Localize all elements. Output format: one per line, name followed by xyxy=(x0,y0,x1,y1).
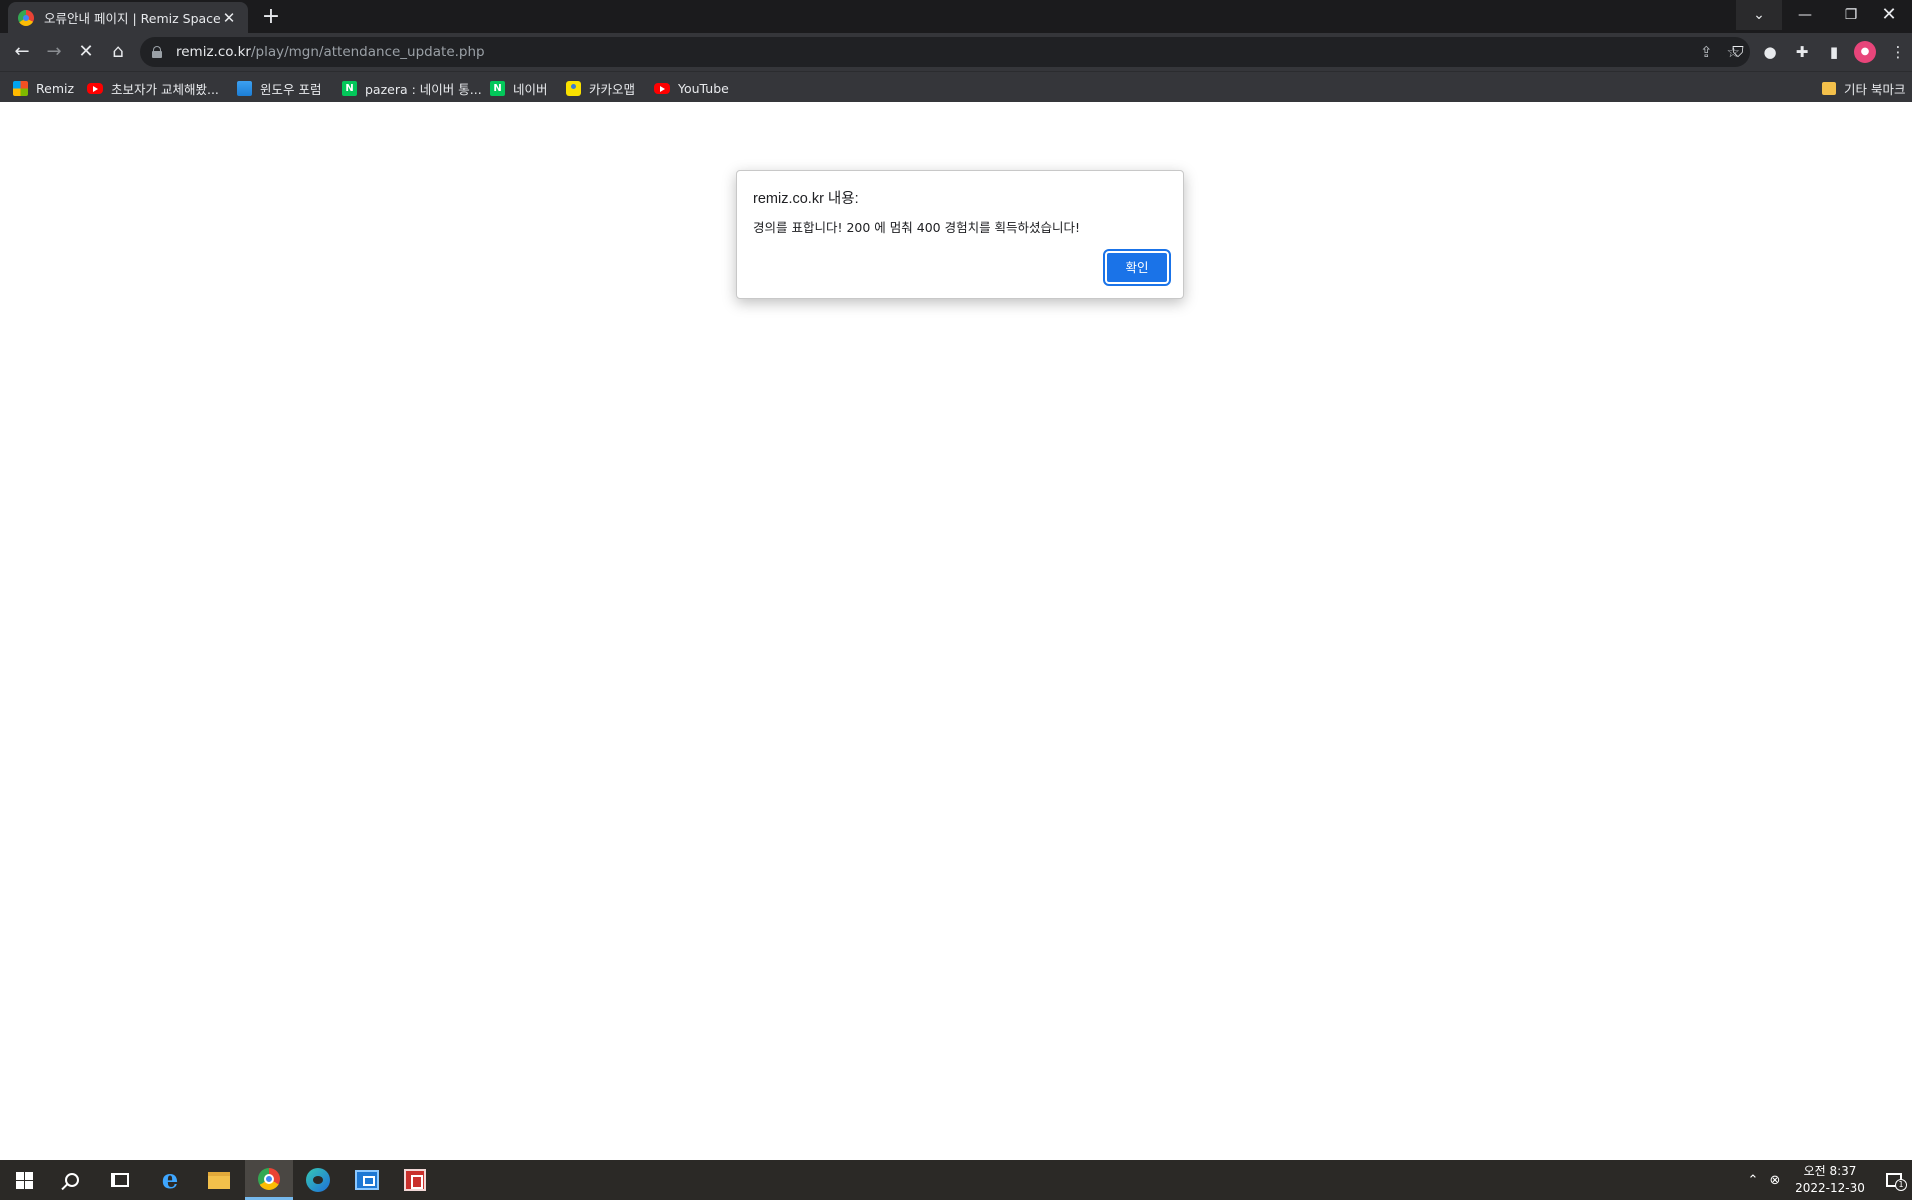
page-content: remiz.co.kr 내용: 경의를 표합니다! 200 에 멈춰 400 경… xyxy=(0,102,1912,1160)
bookmark-remiz[interactable]: Remiz xyxy=(13,78,74,98)
taskbar-app[interactable] xyxy=(391,1160,439,1200)
bookmark-windows-forum[interactable]: 윈도우 포럼 xyxy=(237,78,321,98)
start-button[interactable] xyxy=(0,1160,48,1200)
microsoft-logo-icon xyxy=(13,80,28,96)
alert-dialog: remiz.co.kr 내용: 경의를 표합니다! 200 에 멈춰 400 경… xyxy=(736,170,1184,299)
youtube-icon xyxy=(87,82,103,94)
file-explorer-icon xyxy=(208,1171,230,1189)
shield-extension-icon[interactable]: ⛉ xyxy=(1724,38,1752,66)
bookmark-label: YouTube xyxy=(678,80,729,96)
bookmark-pazera-naver[interactable]: N pazera : 네이버 통... xyxy=(342,78,482,98)
window-minimize-button[interactable]: — xyxy=(1782,0,1828,30)
task-view-icon xyxy=(111,1173,129,1187)
url-host: remiz.co.kr xyxy=(176,44,251,60)
browser-chrome: 오류안내 페이지 | Remiz Space ✕ + ⌄ — ❐ ✕ ← → ✕… xyxy=(0,0,1912,102)
chrome-menu-icon[interactable]: ⋮ xyxy=(1884,38,1912,66)
bookmark-label: 카카오맵 xyxy=(589,81,636,97)
owl-extension-icon[interactable]: ● xyxy=(1756,38,1784,66)
windows-taskbar: e ⌃ ⊗ 오전 8:37 2022-12-30 1 xyxy=(0,1160,1912,1200)
tab-close-icon[interactable]: ✕ xyxy=(220,9,238,27)
taskbar-edge[interactable] xyxy=(294,1160,342,1200)
windows-forum-icon xyxy=(237,80,252,96)
taskbar-clock[interactable]: 오전 8:37 2022-12-30 xyxy=(1784,1163,1876,1197)
chrome-icon xyxy=(258,1167,280,1190)
profile-avatar[interactable]: ● xyxy=(1854,41,1876,63)
address-bar[interactable]: remiz.co.kr/play/mgn/attendance_update.p… xyxy=(140,37,1750,67)
browser-toolbar: ← → ✕ ⌂ remiz.co.kr/play/mgn/attendance_… xyxy=(0,33,1912,71)
bookmark-label: 윈도우 포럼 xyxy=(260,81,322,97)
taskbar-internet-explorer[interactable]: e xyxy=(146,1160,194,1200)
bookmark-label: 초보자가 교체해봤... xyxy=(111,81,219,97)
bookmark-label: pazera : 네이버 통... xyxy=(365,81,482,97)
extensions-puzzle-icon[interactable]: ✚ xyxy=(1788,38,1816,66)
action-center-button[interactable]: 1 xyxy=(1876,1160,1912,1200)
tab-favicon-icon xyxy=(18,9,34,26)
bookmark-naver[interactable]: N 네이버 xyxy=(490,78,548,98)
dialog-title: remiz.co.kr 내용: xyxy=(753,191,859,207)
youtube-icon xyxy=(654,82,670,94)
browser-tab-active[interactable]: 오류안내 페이지 | Remiz Space ✕ xyxy=(8,2,248,33)
new-tab-button[interactable]: + xyxy=(258,4,284,30)
lock-icon[interactable] xyxy=(152,46,162,58)
taskbar-file-explorer[interactable] xyxy=(195,1160,243,1200)
clock-date: 2022-12-30 xyxy=(1795,1181,1865,1195)
home-icon[interactable]: ⌂ xyxy=(104,38,132,66)
kakaomap-icon xyxy=(566,80,581,96)
dialog-message: 경의를 표합니다! 200 에 멈춰 400 경험치를 획득하셨습니다! xyxy=(753,220,1081,235)
task-view-button[interactable] xyxy=(96,1160,144,1200)
ok-button[interactable]: 확인 xyxy=(1103,249,1171,286)
search-icon xyxy=(65,1173,79,1187)
side-panel-icon[interactable]: ▮ xyxy=(1820,38,1848,66)
app-icon xyxy=(404,1169,426,1191)
folder-icon xyxy=(1822,81,1836,95)
search-button[interactable] xyxy=(48,1160,96,1200)
clock-time: 오전 8:37 xyxy=(1803,1164,1857,1178)
bookmark-kakaomap[interactable]: 카카오맵 xyxy=(566,78,635,98)
forward-arrow-icon[interactable]: → xyxy=(40,38,68,66)
taskbar-chrome[interactable] xyxy=(245,1160,293,1200)
taskbar-remote-desktop[interactable] xyxy=(343,1160,391,1200)
edge-icon xyxy=(306,1168,330,1192)
stop-loading-icon[interactable]: ✕ xyxy=(72,38,100,66)
other-bookmarks-folder[interactable]: 기타 북마크 xyxy=(1822,78,1905,98)
notification-icon: 1 xyxy=(1886,1173,1907,1191)
notification-count: 1 xyxy=(1895,1179,1907,1191)
network-disconnected-icon[interactable]: ⊗ xyxy=(1765,1160,1785,1200)
window-close-button[interactable]: ✕ xyxy=(1866,0,1912,30)
naver-icon: N xyxy=(490,80,505,96)
bookmark-youtube-video[interactable]: 초보자가 교체해봤... xyxy=(87,78,219,98)
bookmark-label: Remiz xyxy=(36,80,75,96)
bookmark-label: 네이버 xyxy=(513,81,548,97)
bookmark-label: 기타 북마크 xyxy=(1844,81,1906,97)
share-icon[interactable]: ⇪ xyxy=(1700,43,1713,61)
url-path: /play/mgn/attendance_update.php xyxy=(250,44,485,60)
windows-logo-icon xyxy=(15,1171,33,1189)
bookmarks-bar: Remiz 초보자가 교체해봤... 윈도우 포럼 N pazera : 네이버… xyxy=(0,71,1912,102)
naver-icon: N xyxy=(342,80,357,96)
bookmark-youtube[interactable]: YouTube xyxy=(654,78,729,98)
internet-explorer-icon: e xyxy=(161,1165,179,1195)
tab-strip: 오류안내 페이지 | Remiz Space ✕ + ⌄ — ❐ ✕ xyxy=(0,0,1912,33)
tab-title: 오류안내 페이지 | Remiz Space xyxy=(44,11,220,26)
remote-desktop-icon xyxy=(355,1170,379,1190)
back-arrow-icon[interactable]: ← xyxy=(8,38,36,66)
tray-overflow-chevron-icon[interactable]: ⌃ xyxy=(1742,1160,1764,1200)
tab-search-chevron-icon[interactable]: ⌄ xyxy=(1736,0,1782,30)
